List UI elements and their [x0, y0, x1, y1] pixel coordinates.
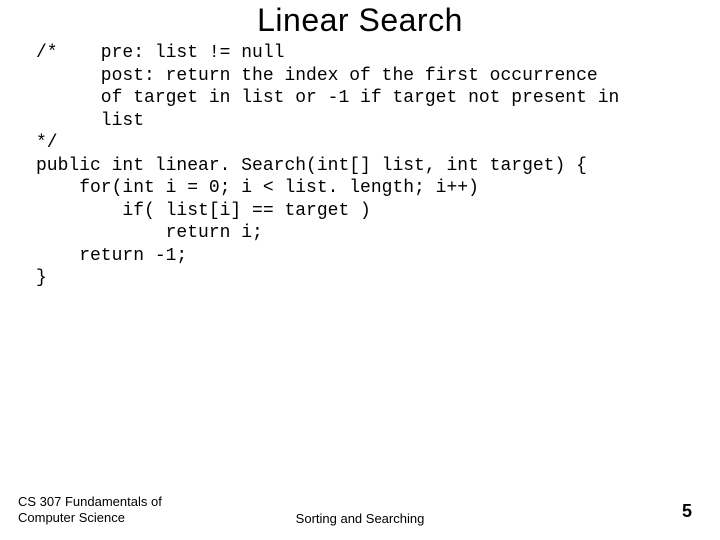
- footer-topic: Sorting and Searching: [0, 511, 720, 526]
- slide-title: Linear Search: [0, 2, 720, 39]
- code-block: /* pre: list != null post: return the in…: [36, 42, 700, 290]
- page-number: 5: [682, 501, 692, 522]
- slide: Linear Search /* pre: list != null post:…: [0, 0, 720, 540]
